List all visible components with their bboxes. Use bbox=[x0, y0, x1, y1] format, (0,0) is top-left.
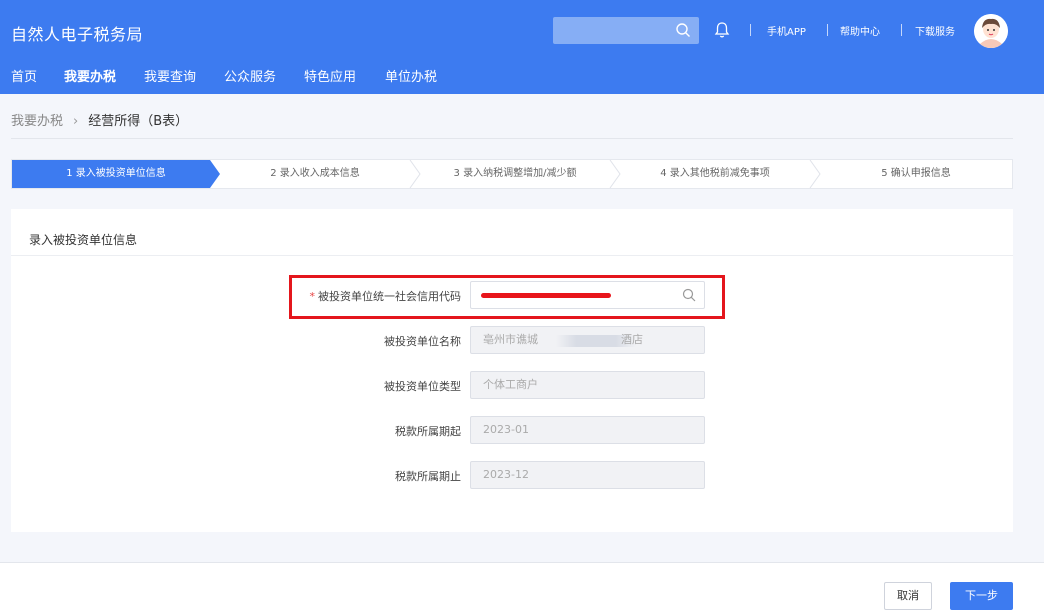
download-service-link[interactable]: 下载服务 bbox=[915, 23, 955, 38]
step-1: 1 录入被投资单位信息 bbox=[66, 168, 166, 179]
breadcrumb-separator: › bbox=[73, 114, 79, 129]
nav-query[interactable]: 我要查询 bbox=[144, 66, 196, 85]
unit-name-value: 亳州市谯城 bbox=[483, 333, 538, 346]
unit-name-field: 亳州市谯城 酒店 bbox=[470, 326, 705, 354]
breadcrumb-divider bbox=[11, 138, 1013, 139]
form-panel: 录入被投资单位信息 * 被投资单位统一社会信用代码 被投资单位名称 亳州市谯城 酒… bbox=[11, 209, 1013, 532]
step-2: 2 录入收入成本信息 bbox=[270, 168, 360, 179]
nav-unit-tax[interactable]: 单位办税 bbox=[385, 66, 437, 85]
bell-icon[interactable] bbox=[714, 21, 730, 39]
top-header: 自然人电子税务局 手机APP 帮助中心 下载服务 首页 我要办税 我要查询 公众… bbox=[0, 0, 1044, 94]
nav-public-service[interactable]: 公众服务 bbox=[224, 66, 276, 85]
help-center-link[interactable]: 帮助中心 bbox=[840, 23, 880, 38]
panel-divider bbox=[11, 255, 1013, 256]
step-3: 3 录入纳税调整增加/减少额 bbox=[453, 168, 577, 179]
period-start-label: 税款所属期起 bbox=[395, 425, 461, 438]
unit-name-label: 被投资单位名称 bbox=[384, 335, 461, 348]
period-end-field: 2023-12 bbox=[470, 461, 705, 489]
nav-home[interactable]: 首页 bbox=[11, 66, 37, 85]
mobile-app-link[interactable]: 手机APP bbox=[767, 23, 806, 38]
panel-title: 录入被投资单位信息 bbox=[29, 233, 138, 247]
cancel-button[interactable]: 取消 bbox=[884, 582, 932, 610]
app-title: 自然人电子税务局 bbox=[11, 25, 144, 44]
user-avatar-icon bbox=[974, 14, 1008, 48]
unit-type-field: 个体工商户 bbox=[470, 371, 705, 399]
search-icon[interactable] bbox=[675, 22, 691, 38]
period-end-label: 税款所属期止 bbox=[395, 470, 461, 483]
unit-type-label: 被投资单位类型 bbox=[384, 380, 461, 393]
header-divider bbox=[901, 24, 902, 36]
nav-tax-filing[interactable]: 我要办税 bbox=[64, 66, 116, 85]
highlight-annotation bbox=[289, 275, 725, 319]
nav-special-apps[interactable]: 特色应用 bbox=[304, 66, 356, 85]
breadcrumb-current: 经营所得（B表） bbox=[88, 114, 189, 129]
step-progress-bar: 1 录入被投资单位信息 2 录入收入成本信息 3 录入纳税调整增加/减少额 4 … bbox=[11, 159, 1013, 189]
user-avatar[interactable] bbox=[974, 14, 1008, 48]
next-step-button[interactable]: 下一步 bbox=[950, 582, 1013, 610]
header-divider bbox=[827, 24, 828, 36]
step-5: 5 确认申报信息 bbox=[881, 168, 951, 179]
step-4: 4 录入其他税前减免事项 bbox=[660, 168, 770, 179]
header-divider bbox=[750, 24, 751, 36]
breadcrumb: 我要办税 › 经营所得（B表） bbox=[11, 110, 188, 129]
unit-name-suffix: 酒店 bbox=[621, 333, 643, 346]
period-start-field: 2023-01 bbox=[470, 416, 705, 444]
global-search-input[interactable] bbox=[553, 17, 699, 44]
breadcrumb-parent[interactable]: 我要办税 bbox=[11, 114, 63, 129]
